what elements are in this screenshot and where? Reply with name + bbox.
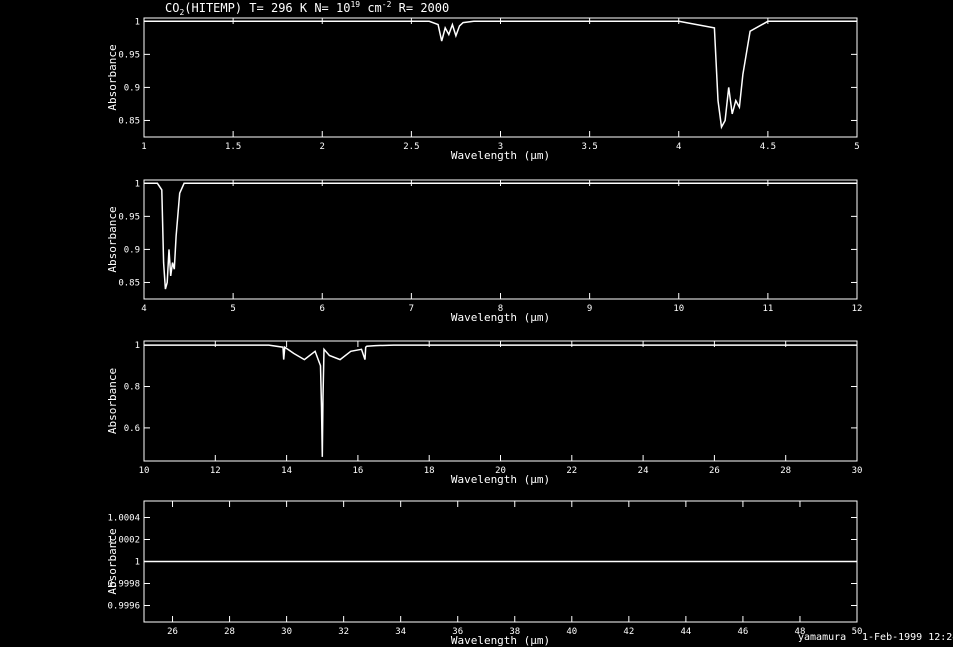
x-tick-label: 7 [409, 304, 414, 314]
x-tick-label: 22 [566, 466, 577, 476]
x-tick-label: 28 [224, 627, 235, 637]
x-axis-label: Wavelength (μm) [451, 473, 550, 486]
x-axis-label: Wavelength (μm) [451, 149, 550, 162]
x-tick-label: 26 [709, 466, 720, 476]
x-axis-label: Wavelength (μm) [451, 311, 550, 324]
y-tick-label: 0.85 [118, 116, 140, 126]
y-tick-label: 0.85 [118, 278, 140, 288]
y-axis-label: Absorbance [106, 528, 119, 594]
x-tick-label: 34 [395, 627, 406, 637]
x-tick-label: 16 [352, 466, 363, 476]
panel-1: 1 1.5 2 2.5 3 3.5 4 4.5 510.950.90.85Wavelength … [106, 17, 860, 162]
panels: 1 1.5 2 2.5 3 3.5 4 4.5 510.950.90.85Wavelength … [106, 17, 862, 647]
x-tick-label: 18 [424, 466, 435, 476]
spectrum-figure: CO2(HITEMP) T= 296 K N= 1019 cm-2 R= 200… [106, 0, 953, 647]
series-line-1 [144, 344, 857, 457]
x-tick-label: 30 [281, 627, 292, 637]
x-tick-label: 1 [141, 142, 146, 152]
y-tick-label: 0.6 [124, 424, 140, 434]
x-tick-label: 5 [854, 142, 859, 152]
y-tick-label: 1 [135, 17, 140, 27]
x-tick-label: 2.5 [403, 142, 419, 152]
x-tick-label: 6 [320, 304, 325, 314]
y-axis-label: Absorbance [106, 206, 119, 272]
y-tick-label: 0.9 [124, 83, 140, 93]
y-tick-label: 1 [135, 558, 140, 568]
x-tick-label: 32 [338, 627, 349, 637]
x-tick-label: 4 [141, 304, 146, 314]
title-exp: 19 [350, 0, 360, 9]
x-tick-label: 30 [852, 466, 863, 476]
x-tick-label: 10 [673, 304, 684, 314]
y-axis-label: Absorbance [106, 44, 119, 110]
plot-frame [143, 179, 858, 300]
title-prefix: CO [165, 1, 179, 15]
x-tick-label: 10 [139, 466, 150, 476]
series-line-1 [144, 182, 857, 290]
x-tick-label: 9 [587, 304, 592, 314]
x-tick-label: 44 [680, 627, 691, 637]
x-tick-label: 1.5 [225, 142, 241, 152]
x-tick-label: 4.5 [760, 142, 776, 152]
y-tick-label: 0.95 [118, 50, 140, 60]
x-tick-label: 46 [737, 627, 748, 637]
footer-date: 1-Feb-1999 12:24 [862, 632, 953, 643]
x-tick-label: 11 [762, 304, 773, 314]
figure-title: CO2(HITEMP) T= 296 K N= 1019 cm-2 R= 200… [165, 0, 449, 17]
y-tick-label: 1.0004 [107, 514, 140, 524]
x-tick-label: 24 [638, 466, 649, 476]
x-tick-label: 3.5 [581, 142, 597, 152]
x-tick-label: 2 [320, 142, 325, 152]
y-tick-label: 0.95 [118, 212, 140, 222]
y-tick-label: 0.9996 [107, 602, 140, 612]
x-tick-label: 40 [566, 627, 577, 637]
x-tick-label: 28 [780, 466, 791, 476]
title-unit-exp: -2 [382, 0, 392, 9]
x-tick-label: 50 [852, 627, 863, 637]
x-tick-label: 4 [676, 142, 681, 152]
plot-frame [143, 340, 858, 462]
title-unit: cm [360, 1, 382, 15]
panel-4: 26 28 30 32 34 36 38 40 42 44 46 48 501.00041.000210… [106, 500, 863, 647]
y-tick-label: 0.9 [124, 245, 140, 255]
panel-3: 10 12 14 16 18 20 22 24 26 28 3010.80.6Wavelength … [106, 340, 863, 486]
title-rest: (HITEMP) T= 296 K N= 10 [184, 1, 350, 15]
series-line-1 [144, 20, 857, 130]
x-tick-label: 12 [852, 304, 863, 314]
x-tick-label: 5 [230, 304, 235, 314]
y-axis-label: Absorbance [106, 368, 119, 434]
panel-2: 4 5 6 7 8 9 10 11 1210.950.90.85Wavelength (μm)A… [106, 179, 862, 324]
y-tick-label: 1 [135, 341, 140, 351]
x-tick-label: 42 [623, 627, 634, 637]
x-tick-label: 26 [167, 627, 178, 637]
x-tick-label: 12 [210, 466, 221, 476]
x-tick-label: 14 [281, 466, 292, 476]
y-tick-label: 0.8 [124, 383, 140, 393]
y-tick-label: 1 [135, 179, 140, 189]
x-axis-label: Wavelength (μm) [451, 634, 550, 647]
footer-user: yamamura [798, 632, 846, 643]
title-tail: R= 2000 [391, 1, 449, 15]
